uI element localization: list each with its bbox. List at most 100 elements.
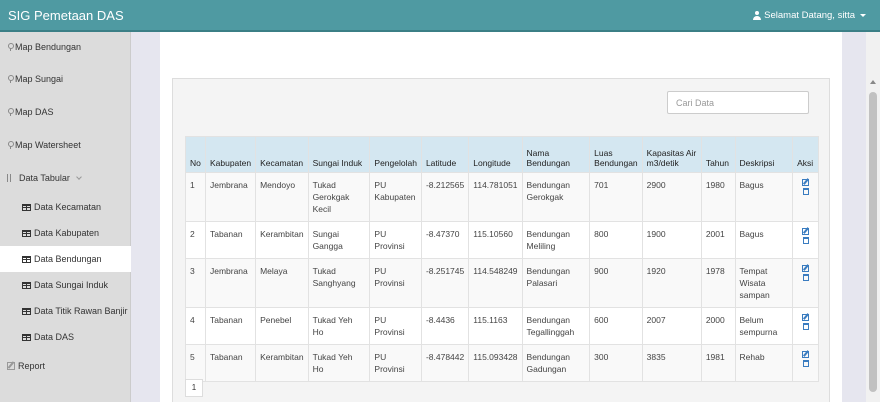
list-icon bbox=[7, 174, 11, 182]
cell-deskripsi: Rehab bbox=[734, 344, 794, 382]
bendungan-table: No Kabupaten Kecamatan Sungai Induk Peng… bbox=[185, 136, 819, 382]
sidebar-item-map-watersheet[interactable]: Map Watersheet bbox=[0, 132, 131, 158]
sidebar-item-data-sungai-induk[interactable]: Data Sungai Induk bbox=[0, 272, 131, 298]
cell-pengelolah: PU Kabupaten bbox=[369, 172, 422, 222]
trash-icon[interactable] bbox=[802, 360, 809, 367]
edit-icon[interactable] bbox=[802, 351, 810, 358]
cell-latitude: -8.47370 bbox=[420, 221, 470, 259]
cell-deskripsi: Tempat Wisata sampan bbox=[734, 258, 794, 308]
cell-sungai-induk: Tukad Sanghyang bbox=[307, 258, 371, 308]
edit-icon[interactable] bbox=[802, 228, 810, 235]
column-header: Luas Bendungan bbox=[589, 136, 643, 173]
sidebar-item-map-das[interactable]: Map DAS bbox=[0, 99, 131, 125]
column-header: Kabupaten bbox=[204, 136, 257, 173]
cell-pengelolah: PU Provinsi bbox=[369, 221, 422, 259]
cell-no: 4 bbox=[185, 307, 206, 345]
cell-deskripsi: Bagus bbox=[734, 221, 794, 259]
trash-icon[interactable] bbox=[802, 188, 809, 195]
cell-no: 5 bbox=[185, 344, 206, 382]
cell-kecamatan: Kerambitan bbox=[255, 221, 309, 259]
sidebar-item-label: Map Sungai bbox=[15, 74, 64, 84]
cell-aksi bbox=[792, 344, 819, 382]
cell-luas: 300 bbox=[589, 344, 643, 382]
cell-kapasitas: 2007 bbox=[641, 307, 702, 345]
sidebar-item-label: Data DAS bbox=[34, 332, 75, 342]
caret-down-icon bbox=[860, 14, 866, 17]
cell-longitude: 115.10560 bbox=[468, 221, 523, 259]
cell-sungai-induk: Sungai Gangga bbox=[307, 221, 371, 259]
table-icon bbox=[22, 333, 31, 341]
column-header: Nama Bendungan bbox=[521, 136, 591, 173]
search-input[interactable] bbox=[667, 91, 809, 114]
edit-icon[interactable] bbox=[802, 314, 810, 321]
column-header: Sungai Induk bbox=[307, 136, 371, 173]
map-marker-icon bbox=[7, 75, 14, 83]
sidebar-item-label: Data Sungai Induk bbox=[34, 280, 109, 290]
cell-kapasitas: 3835 bbox=[641, 344, 702, 382]
table-icon bbox=[22, 255, 31, 263]
cell-kapasitas: 1900 bbox=[641, 221, 702, 259]
table-icon bbox=[22, 229, 31, 237]
sidebar-item-label: Map Watersheet bbox=[15, 140, 81, 150]
sidebar-item-map-sungai[interactable]: Map Sungai bbox=[0, 66, 131, 92]
user-menu[interactable]: Selamat Datang, sitta bbox=[753, 10, 866, 21]
cell-latitude: -8.251745 bbox=[420, 258, 470, 308]
cell-luas: 800 bbox=[589, 221, 643, 259]
trash-icon[interactable] bbox=[802, 323, 809, 330]
cell-luas: 701 bbox=[589, 172, 643, 222]
sidebar-item-label: Map DAS bbox=[15, 107, 54, 117]
column-header: Latitude bbox=[420, 136, 470, 173]
app-title[interactable]: SIG Pemetaan DAS bbox=[8, 8, 124, 23]
user-icon bbox=[753, 11, 762, 20]
trash-icon[interactable] bbox=[802, 237, 809, 244]
cell-nama-bendungan: Bendungan Palasari bbox=[521, 258, 591, 308]
cell-kapasitas: 2900 bbox=[641, 172, 702, 222]
main-content: No Kabupaten Kecamatan Sungai Induk Peng… bbox=[160, 32, 842, 402]
sidebar-item-label: Data Kabupaten bbox=[34, 228, 100, 238]
sidebar-item-data-kecamatan[interactable]: Data Kecamatan bbox=[0, 194, 131, 220]
edit-icon[interactable] bbox=[802, 265, 810, 272]
column-header: No bbox=[185, 136, 206, 173]
cell-kabupaten: Jembrana bbox=[204, 172, 257, 222]
sidebar-item-map-bendungan[interactable]: Map Bendungan bbox=[0, 34, 131, 60]
map-marker-icon bbox=[7, 141, 14, 149]
sidebar-item-label: Map Bendungan bbox=[15, 42, 82, 52]
cell-aksi bbox=[792, 172, 819, 222]
table-icon bbox=[22, 307, 31, 315]
cell-nama-bendungan: Bendungan Tegallinggah bbox=[521, 307, 591, 345]
sidebar-item-report[interactable]: Report bbox=[0, 353, 131, 379]
trash-icon[interactable] bbox=[802, 274, 809, 281]
cell-kecamatan: Melaya bbox=[255, 258, 309, 308]
table-icon bbox=[22, 281, 31, 289]
cell-kapasitas: 1920 bbox=[641, 258, 702, 308]
sidebar-item-data-kabupaten[interactable]: Data Kabupaten bbox=[0, 220, 131, 246]
sidebar-item-data-titik-rawan-banjir[interactable]: Data Titik Rawan Banjir bbox=[0, 298, 131, 324]
edit-icon bbox=[7, 362, 15, 370]
scrollbar[interactable] bbox=[866, 32, 880, 402]
sidebar-item-data-tabular[interactable]: Data Tabular bbox=[0, 165, 131, 191]
sidebar-item-data-das[interactable]: Data DAS bbox=[0, 324, 131, 350]
cell-kabupaten: Tabanan bbox=[204, 344, 257, 382]
column-header: Tahun bbox=[700, 136, 736, 173]
user-greeting: Selamat Datang, sitta bbox=[764, 10, 855, 21]
column-header: Longitude bbox=[468, 136, 523, 173]
cell-aksi bbox=[792, 307, 819, 345]
scrollbar-thumb[interactable] bbox=[869, 92, 877, 392]
edit-icon[interactable] bbox=[802, 179, 810, 186]
column-header: Kapasitas Air m3/detik bbox=[641, 136, 702, 173]
cell-nama-bendungan: Bendungan Gadungan bbox=[521, 344, 591, 382]
cell-sungai-induk: Tukad Yeh Ho bbox=[307, 307, 371, 345]
cell-kecamatan: Kerambitan bbox=[255, 344, 309, 382]
pagination-page-button[interactable]: 1 bbox=[185, 379, 203, 397]
cell-no: 2 bbox=[185, 221, 206, 259]
cell-luas: 900 bbox=[589, 258, 643, 308]
table-icon bbox=[22, 203, 31, 211]
table-row: 3 Jembrana Melaya Tukad Sanghyang PU Pro… bbox=[185, 258, 819, 308]
cell-tahun: 2001 bbox=[700, 221, 736, 259]
top-navbar: SIG Pemetaan DAS Selamat Datang, sitta bbox=[0, 0, 880, 32]
table-row: 5 Tabanan Kerambitan Tukad Yeh Ho PU Pro… bbox=[185, 344, 819, 382]
sidebar-item-data-bendungan[interactable]: Data Bendungan bbox=[0, 246, 131, 272]
scroll-up-arrow-icon[interactable] bbox=[870, 80, 876, 84]
cell-kecamatan: Penebel bbox=[255, 307, 309, 345]
table-row: 1 Jembrana Mendoyo Tukad Gerokgak Kecil … bbox=[185, 172, 819, 222]
